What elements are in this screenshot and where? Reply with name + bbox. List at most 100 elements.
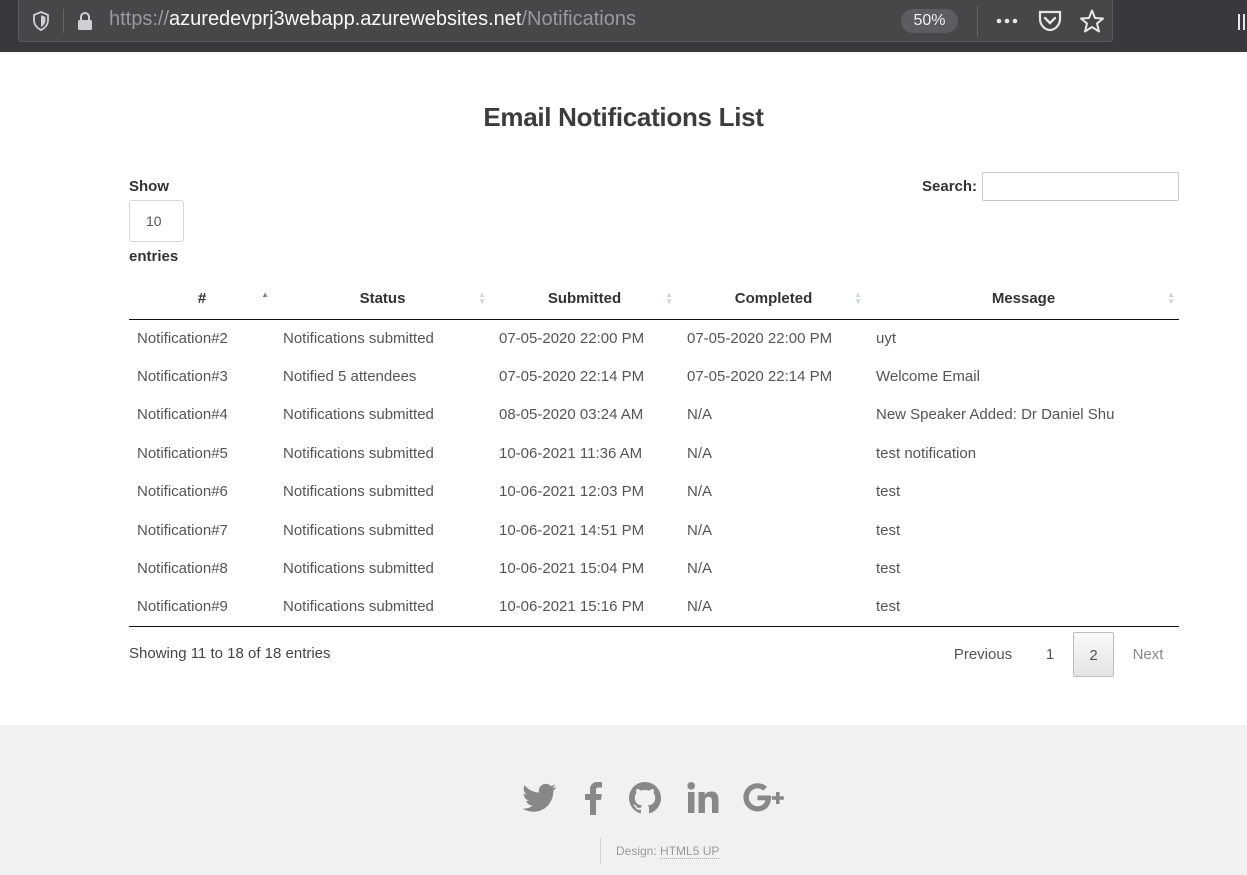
cell-status: Notifications submitted — [283, 521, 434, 539]
length-show-label: Show — [129, 178, 169, 195]
cell-message: Welcome Email — [876, 368, 980, 386]
cell-message: test — [876, 521, 901, 539]
cell-submitted: 10-06-2021 11:36 AM — [499, 444, 643, 462]
facebook-icon[interactable] — [583, 781, 603, 815]
pagination-page-1-button[interactable]: 1 — [1030, 632, 1070, 677]
table-row: Notification#4 Notifications submitted 0… — [129, 396, 1179, 434]
notifications-table: # ▲ Status ▲ ▼ Submitted ▲ ▼ Completed ▲ ▼ Mess… — [129, 279, 1179, 627]
search-input[interactable] — [982, 172, 1179, 201]
pocket-icon[interactable] — [1037, 9, 1063, 33]
table-row: Notification#3 Notified 5 attendees 07-0… — [129, 357, 1179, 395]
credit-prefix: Design: — [616, 844, 657, 858]
cell-completed: 07-05-2020 22:00 PM — [687, 329, 833, 347]
url-text[interactable]: https://azuredevprj3webapp.azurewebsites… — [109, 8, 636, 31]
table-row: Notification#5 Notifications submitted 1… — [129, 434, 1179, 472]
entries-per-page-select[interactable]: 10 — [129, 200, 184, 242]
cell-completed: N/A — [687, 521, 713, 539]
page-actions-menu-icon[interactable] — [994, 9, 1020, 33]
sort-both-icon: ▲ ▼ — [854, 290, 862, 306]
table-header-row: # ▲ Status ▲ ▼ Submitted ▲ ▼ Completed ▲ ▼ Mess… — [129, 279, 1179, 320]
cell-status: Notifications submitted — [283, 329, 434, 347]
cell-status: Notifications submitted — [283, 483, 434, 501]
cell-submitted: 07-05-2020 22:14 PM — [499, 368, 645, 386]
sort-both-icon: ▲ ▼ — [665, 290, 673, 306]
pagination-previous-button[interactable]: Previous — [941, 632, 1025, 677]
address-bar-separator — [63, 9, 64, 33]
column-header-label: Submitted — [547, 290, 622, 308]
cell-submitted: 10-06-2021 15:04 PM — [499, 560, 645, 578]
design-credit: Design: HTML5 UP — [600, 838, 720, 864]
cell-id: Notification#6 — [137, 483, 228, 501]
column-header-label: Completed — [734, 290, 813, 308]
browser-toolbar: https://azuredevprj3webapp.azurewebsites… — [0, 0, 1247, 52]
cell-submitted: 10-06-2021 15:16 PM — [490, 587, 679, 627]
sort-both-icon: ▲ ▼ — [1167, 290, 1175, 306]
cell-status: Notifications submitted — [283, 444, 434, 462]
cell-status: Notifications submitted — [283, 406, 434, 424]
pagination-next-button[interactable]: Next — [1120, 632, 1176, 677]
table-row: Notification#2 Notifications submitted 0… — [129, 319, 1179, 357]
table-row: Notification#8 Notifications submitted 1… — [129, 549, 1179, 587]
lock-icon[interactable] — [75, 11, 95, 31]
table-info: Showing 11 to 18 of 18 entries — [129, 645, 331, 662]
cell-status: Notifications submitted — [275, 587, 490, 627]
twitter-icon[interactable] — [522, 781, 558, 815]
sort-both-icon: ▲ ▼ — [478, 290, 486, 306]
cell-status: Notified 5 attendees — [283, 368, 417, 386]
column-header-label: Message — [991, 290, 1056, 308]
cell-submitted: 10-06-2021 14:51 PM — [499, 521, 645, 539]
search-label: Search: — [922, 178, 978, 195]
url-divider — [977, 6, 978, 36]
cell-status: Notifications submitted — [283, 560, 434, 578]
library-icon[interactable] — [1236, 12, 1247, 32]
length-entries-label: entries — [129, 248, 179, 265]
column-header-status[interactable]: Status ▲ ▼ — [275, 279, 490, 320]
url-path: /Notifications — [521, 8, 636, 30]
cell-completed: N/A — [679, 587, 868, 627]
page-footer: Design: HTML5 UP — [0, 725, 1247, 875]
cell-submitted: 07-05-2020 22:00 PM — [499, 329, 645, 347]
cell-completed: N/A — [687, 444, 713, 462]
column-header-label: # — [197, 290, 207, 308]
google-plus-icon[interactable] — [743, 781, 785, 815]
cell-id: Notification#2 — [137, 329, 228, 347]
cell-id: Notification#8 — [137, 560, 228, 578]
cell-id: Notification#5 — [137, 444, 228, 462]
cell-completed: N/A — [687, 406, 713, 424]
cell-message: test notification — [876, 444, 977, 462]
cell-id: Notification#7 — [137, 521, 228, 539]
cell-id: Notification#9 — [129, 587, 275, 627]
url-scheme: https:// — [109, 8, 170, 30]
bookmark-star-icon[interactable] — [1079, 9, 1105, 33]
cell-submitted: 08-05-2020 03:24 AM — [499, 406, 644, 424]
address-bar[interactable]: https://azuredevprj3webapp.azurewebsites… — [18, 0, 1113, 42]
cell-message: New Speaker Added: Dr Daniel Shu — [876, 406, 1115, 424]
cell-message: test — [868, 587, 1179, 627]
table-row: Notification#7 Notifications submitted 1… — [129, 511, 1179, 549]
linkedin-icon[interactable] — [687, 781, 719, 815]
cell-completed: 07-05-2020 22:14 PM — [687, 368, 833, 386]
url-host: azuredevprj3webapp.azurewebsites.net — [169, 8, 522, 30]
column-header-label: Status — [359, 290, 406, 308]
cell-completed: N/A — [687, 560, 713, 578]
pagination-page-2-button-current[interactable]: 2 — [1073, 632, 1114, 677]
cell-submitted: 10-06-2021 12:03 PM — [499, 483, 645, 501]
cell-message: uyt — [876, 329, 897, 347]
cell-completed: N/A — [687, 483, 713, 501]
github-icon[interactable] — [628, 781, 662, 815]
tracking-shield-icon[interactable] — [31, 11, 51, 31]
cell-message: test — [876, 560, 901, 578]
column-header-message[interactable]: Message ▲ ▼ — [868, 279, 1179, 320]
cell-id: Notification#4 — [137, 406, 228, 424]
cell-id: Notification#3 — [137, 368, 228, 386]
column-header-number[interactable]: # ▲ — [129, 279, 275, 320]
column-header-completed[interactable]: Completed ▲ ▼ — [679, 279, 868, 320]
credit-link[interactable]: HTML5 UP — [660, 844, 720, 859]
column-header-submitted[interactable]: Submitted ▲ ▼ — [490, 279, 679, 320]
zoom-level-badge[interactable]: 50% — [901, 9, 958, 33]
cell-message: test — [876, 483, 901, 501]
table-row: Notification#9 Notifications submitted 1… — [129, 587, 1179, 627]
page-title: Email Notifications List — [483, 102, 764, 132]
table-row: Notification#6 Notifications submitted 1… — [129, 473, 1179, 511]
sort-asc-icon: ▲ — [261, 290, 269, 299]
